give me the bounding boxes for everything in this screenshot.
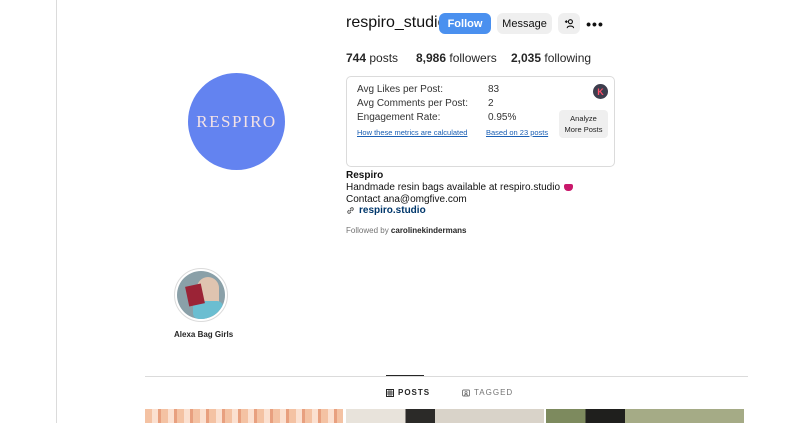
tab-posts-label: POSTS	[398, 388, 431, 397]
following-label: following	[544, 51, 592, 65]
link-chain-icon	[347, 207, 354, 214]
suggested-users-button[interactable]	[558, 13, 580, 34]
followed-by-user: carolinekindermans	[390, 226, 467, 235]
metrics-panel: Avg Likes per Post: 83 Avg Comments per …	[346, 76, 615, 167]
grid-icon	[386, 388, 394, 397]
left-navigation-rail	[0, 0, 57, 423]
bio-website-text: respiro.studio	[359, 205, 426, 216]
highlight-label: Alexa Bag Girls	[174, 330, 234, 339]
metrics-info-link[interactable]: How these metrics are calculated	[357, 128, 467, 137]
posts-stat: 744 posts	[346, 51, 398, 65]
more-options-button[interactable]: •••	[586, 13, 604, 34]
tagged-icon	[462, 389, 470, 396]
story-highlight[interactable]	[174, 268, 228, 322]
analyze-label-line2: More Posts	[564, 125, 603, 134]
engagement-rate-label: Engagement Rate:	[357, 112, 441, 123]
tab-tagged[interactable]: TAGGED	[462, 388, 513, 397]
bio-line-2: Contact ana@omgfive.com	[346, 194, 467, 205]
avg-comments-value: 2	[488, 98, 494, 109]
post-thumbnail[interactable]	[546, 409, 744, 423]
followed-by-text[interactable]: Followed by carolinekindermans	[346, 226, 467, 235]
following-stat[interactable]: 2,035 following	[511, 51, 591, 65]
post-thumbnail[interactable]	[145, 409, 343, 423]
posts-label: posts	[369, 51, 399, 65]
avg-comments-label: Avg Comments per Post:	[357, 98, 468, 109]
follow-button[interactable]: Follow	[439, 13, 491, 34]
following-count: 2,035	[511, 51, 542, 65]
bio-line-1: Handmade resin bags available at respiro…	[346, 182, 574, 193]
followers-count: 8,986	[416, 51, 447, 65]
engagement-rate-value: 0.95%	[488, 112, 517, 123]
message-button[interactable]: Message	[497, 13, 552, 34]
analyze-label-line1: Analyze	[570, 114, 597, 123]
bio-display-name: Respiro	[346, 170, 384, 181]
add-user-icon	[564, 19, 574, 29]
highlight-cover-image	[177, 271, 225, 319]
avatar-logo-text: RESPIRO	[196, 111, 277, 131]
avg-likes-value: 83	[488, 84, 500, 95]
bio-website-link[interactable]: respiro.studio	[346, 205, 426, 216]
bio-line-1-text: Handmade resin bags available at respiro…	[346, 182, 561, 193]
posts-count: 744	[346, 51, 367, 65]
post-thumbnail[interactable]	[346, 409, 544, 423]
tabs-divider	[145, 376, 748, 377]
avg-likes-label: Avg Likes per Post:	[357, 84, 443, 95]
followed-by-prefix: Followed by	[346, 226, 389, 235]
profile-avatar[interactable]: RESPIRO	[188, 73, 285, 170]
profile-username: respiro_studio	[346, 14, 447, 31]
based-on-posts-link[interactable]: Based on 23 posts	[486, 128, 548, 137]
followers-label: followers	[449, 51, 497, 65]
analyze-more-posts-button[interactable]: Analyze More Posts	[559, 110, 608, 138]
bag-emoji-icon	[564, 183, 574, 191]
followers-stat[interactable]: 8,986 followers	[416, 51, 497, 65]
extension-logo-icon[interactable]: K	[593, 84, 608, 99]
tab-posts[interactable]: POSTS	[386, 388, 430, 397]
active-tab-indicator	[386, 375, 424, 376]
tab-tagged-label: TAGGED	[474, 388, 514, 397]
